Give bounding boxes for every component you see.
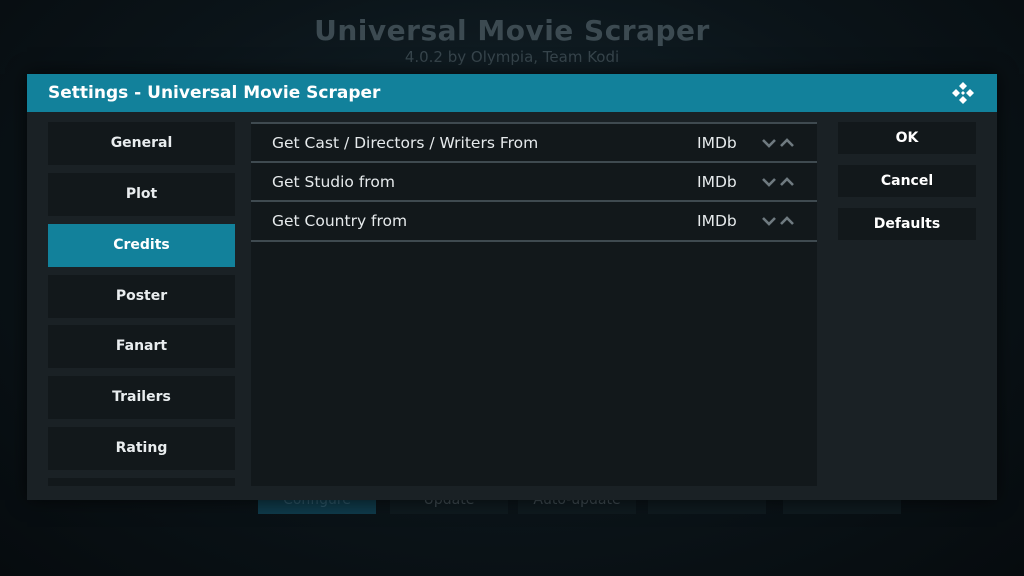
setting-value: IMDb — [697, 134, 737, 152]
category-credits[interactable]: Credits — [48, 224, 235, 267]
setting-studio-source[interactable]: Get Studio from IMDb — [251, 161, 817, 201]
defaults-button[interactable]: Defaults — [838, 208, 976, 240]
category-rating[interactable]: Rating — [48, 427, 235, 470]
settings-list: Get Cast / Directors / Writers From IMDb… — [251, 122, 817, 486]
dialog-title: Settings - Universal Movie Scraper — [48, 83, 381, 103]
chevron-down-icon[interactable] — [761, 215, 777, 227]
settings-category-list: General Plot Credits Poster Fanart Trail… — [48, 122, 235, 486]
setting-cast-source[interactable]: Get Cast / Directors / Writers From IMDb — [251, 122, 817, 162]
chevron-down-icon[interactable] — [761, 176, 777, 188]
category-plot[interactable]: Plot — [48, 173, 235, 216]
kodi-logo-icon — [951, 81, 975, 105]
setting-value: IMDb — [697, 173, 737, 191]
category-fanart[interactable]: Fanart — [48, 325, 235, 368]
settings-dialog: Settings - Universal Movie Scraper Gener… — [27, 74, 997, 500]
setting-label: Get Cast / Directors / Writers From — [272, 134, 539, 152]
category-poster[interactable]: Poster — [48, 275, 235, 318]
chevron-down-icon[interactable] — [761, 137, 777, 149]
chevron-up-icon[interactable] — [779, 137, 795, 149]
category-general[interactable]: General — [48, 122, 235, 165]
addon-subtitle: 4.0.2 by Olympia, Team Kodi — [404, 48, 620, 66]
category-more[interactable] — [48, 478, 235, 486]
category-trailers[interactable]: Trailers — [48, 376, 235, 419]
setting-label: Get Studio from — [272, 173, 395, 191]
setting-country-source[interactable]: Get Country from IMDb — [251, 200, 817, 242]
cancel-button[interactable]: Cancel — [838, 165, 976, 197]
setting-value: IMDb — [697, 212, 737, 230]
setting-label: Get Country from — [272, 212, 408, 230]
chevron-up-icon[interactable] — [779, 215, 795, 227]
dialog-header: Settings - Universal Movie Scraper — [27, 74, 997, 112]
ok-button[interactable]: OK — [838, 122, 976, 154]
chevron-up-icon[interactable] — [779, 176, 795, 188]
addon-title: Universal Movie Scraper — [314, 14, 710, 47]
